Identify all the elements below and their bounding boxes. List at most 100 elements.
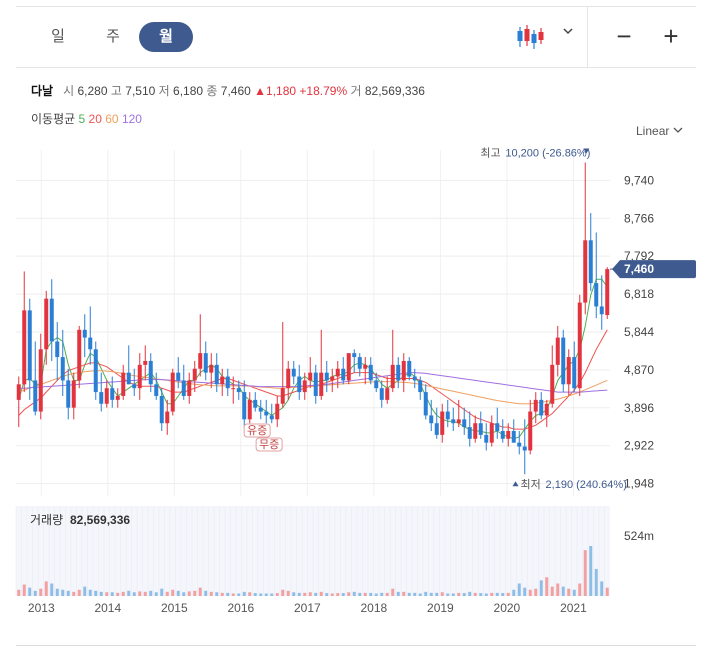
volume-bar [176, 590, 180, 596]
volume-bar [17, 589, 21, 596]
moving-average-legend: 이동평균 5 20 60 120 [31, 110, 142, 127]
volume-bar [352, 591, 356, 596]
volume-bar [479, 593, 483, 596]
volume-bar [242, 591, 246, 596]
candlestick-icon[interactable] [516, 24, 544, 50]
candle [583, 240, 588, 303]
candle [478, 423, 483, 435]
candle [451, 419, 456, 424]
volume-bar [556, 583, 560, 596]
ma-120-label: 120 [121, 112, 142, 126]
candle [484, 434, 489, 443]
candle [33, 380, 38, 412]
volume-bar [506, 592, 510, 596]
volume-bar [457, 592, 461, 596]
candle [330, 376, 335, 381]
event-badge [243, 423, 271, 438]
close-value: 7,460 [220, 84, 251, 98]
candle [418, 380, 423, 393]
event-badge [255, 437, 283, 452]
candle [286, 368, 291, 389]
candle [55, 341, 60, 358]
volume-bar [22, 584, 26, 596]
y-tick-label: 2,922 [624, 439, 654, 453]
volume-bar [490, 592, 494, 596]
candle [247, 399, 252, 420]
candle [132, 384, 137, 389]
chevron-down-icon[interactable] [562, 25, 574, 40]
tab-day[interactable]: 일 [31, 22, 85, 52]
ma-20-line [18, 329, 608, 430]
candle [368, 364, 373, 381]
volume-bar [545, 577, 549, 596]
ma-120-line [18, 372, 608, 393]
volume-bar [358, 592, 362, 596]
candle [407, 360, 412, 377]
y-tick-label: 7,792 [624, 249, 654, 263]
x-tick-label: 2014 [94, 601, 121, 615]
volume-bar [468, 591, 472, 596]
volume-bar [578, 583, 582, 596]
candle [572, 357, 577, 389]
volume-bar [341, 593, 345, 596]
candle [170, 372, 175, 412]
candle [220, 376, 225, 385]
candle [528, 411, 533, 451]
zoom-out-button[interactable]: − [609, 19, 639, 53]
min-label: 최저 [521, 478, 541, 491]
candle [115, 395, 120, 400]
candle [159, 395, 164, 424]
candle [561, 337, 566, 385]
candle [27, 310, 32, 381]
open-label: 시 [63, 84, 75, 98]
y-tick-label: 3,896 [624, 401, 654, 415]
divider [587, 7, 588, 67]
candle [346, 353, 351, 381]
zoom-in-button[interactable]: + [656, 19, 686, 53]
volume-bar [55, 588, 59, 596]
volume-value: 82,569,336 [364, 84, 425, 98]
candle [462, 419, 467, 428]
volume-bar [385, 592, 389, 596]
candle [181, 380, 186, 396]
volume-bar [160, 588, 164, 596]
volume-bar [248, 592, 252, 596]
candle [44, 298, 49, 350]
candle [544, 403, 549, 416]
volume-bar [270, 593, 274, 596]
volume-bar [303, 592, 307, 596]
volume-bar [66, 590, 70, 596]
tab-month[interactable]: 월 [139, 22, 193, 52]
candle [555, 337, 560, 365]
volume-bar [319, 591, 323, 596]
candle [77, 329, 82, 381]
x-tick-label: 2015 [161, 601, 188, 615]
change-percent: +18.79% [299, 84, 348, 98]
volume-bar [462, 593, 466, 596]
candle [148, 360, 153, 385]
max-marker-icon [583, 148, 590, 154]
current-price-tag [612, 260, 696, 279]
candle [49, 298, 54, 342]
volume-bar [567, 588, 571, 596]
candle [429, 415, 434, 424]
max-value-label: 10,200 (-26.86%) [505, 147, 590, 159]
volume-bar [94, 590, 98, 596]
volume-bar [605, 587, 609, 596]
candle [588, 240, 593, 284]
volume-bar [44, 581, 48, 596]
volume-bar [539, 580, 543, 596]
candle [22, 310, 27, 385]
scale-dropdown[interactable]: Linear [636, 124, 683, 138]
candle [192, 368, 197, 381]
tab-week[interactable]: 주 [86, 22, 140, 52]
change-value: ▲1,180 [254, 84, 297, 98]
candle [594, 283, 599, 307]
volume-bar [501, 593, 505, 596]
candle [71, 380, 76, 408]
volume-bar [88, 589, 92, 596]
candle [539, 399, 544, 416]
high-value: 7,510 [125, 84, 156, 98]
volume-bar [237, 593, 241, 596]
volume-bar [154, 592, 158, 596]
